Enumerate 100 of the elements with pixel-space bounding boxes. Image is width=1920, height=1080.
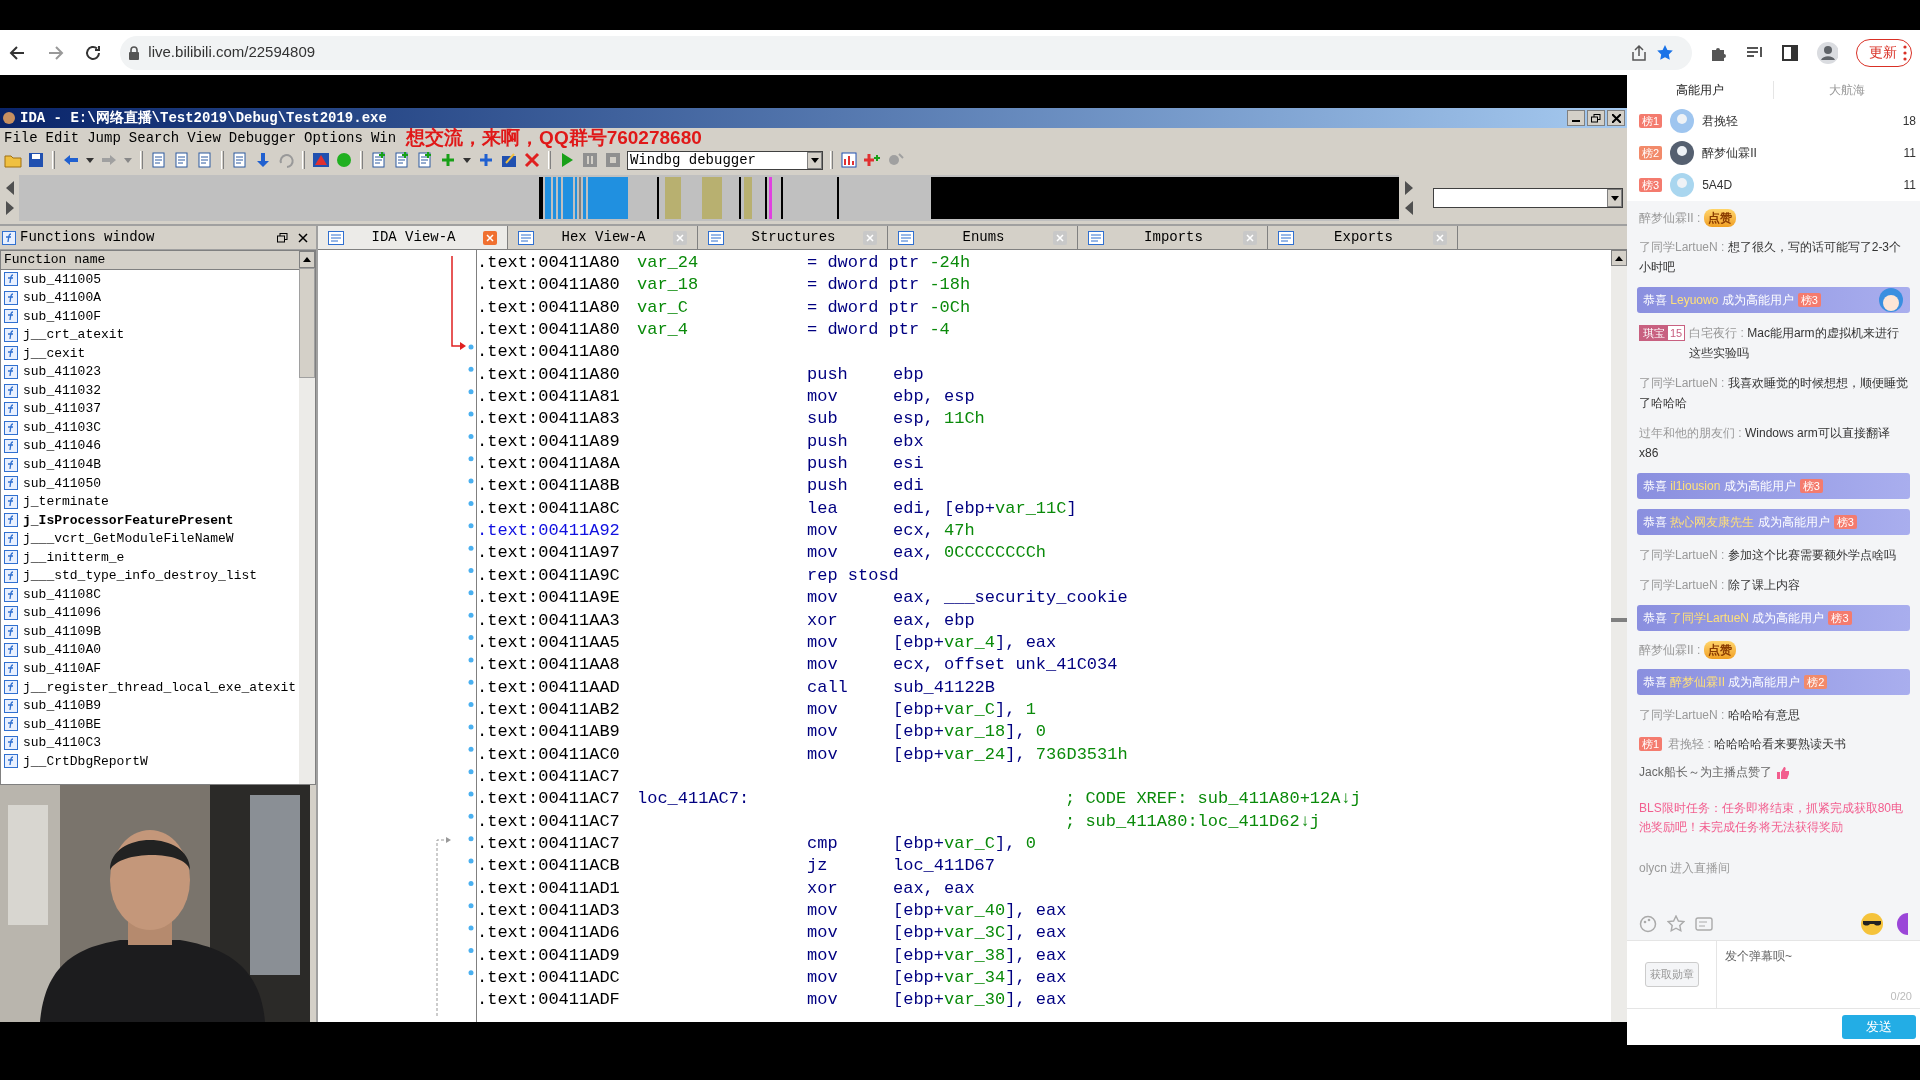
tab[interactable]: 高能用户 <box>1627 81 1773 99</box>
card-icon[interactable] <box>1695 915 1713 933</box>
code-address[interactable]: .text:00411A80 <box>477 274 637 297</box>
code-address[interactable]: .text:00411A9E <box>477 587 637 610</box>
close-button[interactable] <box>1607 110 1625 126</box>
code-address[interactable]: .text:00411ADC <box>477 967 637 990</box>
document-icon[interactable] <box>173 151 191 169</box>
profile-icon[interactable] <box>1816 41 1838 64</box>
menu-item[interactable]: Options <box>300 127 367 149</box>
code-address[interactable]: .text:00411A8A <box>477 453 637 476</box>
code-address[interactable]: .text:00411A80 <box>477 341 637 364</box>
star-icon[interactable] <box>1656 43 1675 62</box>
code-address[interactable]: .text:00411AC7 <box>477 765 637 789</box>
code-address[interactable]: .text:00411A97 <box>477 542 637 565</box>
code-address[interactable]: .text:00411AD1 <box>477 877 637 900</box>
restore-button[interactable] <box>1587 110 1605 126</box>
code-address[interactable]: .text:00411AB9 <box>477 721 637 744</box>
function-name[interactable]: j___std_type_info_destroy_list <box>23 566 258 586</box>
menu-item[interactable]: Search <box>124 127 184 149</box>
function-name[interactable]: sub_4110BE <box>23 714 101 735</box>
scrollbar[interactable] <box>299 251 315 784</box>
function-name[interactable]: sub_4110C3 <box>23 733 101 753</box>
restore-icon[interactable] <box>277 232 288 243</box>
function-name[interactable]: j__register_thread_local_exe_atexit <box>23 677 297 698</box>
function-name[interactable]: sub_411005 <box>23 269 101 290</box>
save-icon[interactable] <box>27 151 45 169</box>
code-address[interactable]: .text:00411A8B <box>477 475 637 498</box>
function-name[interactable]: sub_4110B9 <box>23 696 101 716</box>
palette-icon[interactable] <box>1639 915 1657 933</box>
function-name[interactable]: sub_41103C <box>23 417 101 438</box>
user-name[interactable]: 君挽轻 <box>1702 112 1895 130</box>
code-address[interactable]: .text:00411AA3 <box>477 609 637 632</box>
user-name[interactable]: 5A4D <box>1702 176 1896 194</box>
code-address[interactable]: .text:00411A80 <box>477 363 637 387</box>
document-icon[interactable] <box>196 151 214 169</box>
plus-icon[interactable] <box>439 151 457 169</box>
function-name[interactable]: sub_4110A0 <box>23 640 101 660</box>
scrollbar-thumb[interactable] <box>1611 618 1627 622</box>
function-name[interactable]: j_IsProcessorFeaturePresent <box>23 510 234 531</box>
column-header[interactable]: Function name <box>1 251 299 270</box>
function-name[interactable]: j__crt_atexit <box>23 325 125 345</box>
function-name[interactable]: sub_41100F <box>23 306 101 327</box>
code-address[interactable]: .text:00411A89 <box>477 430 637 454</box>
document-icon[interactable] <box>150 151 168 169</box>
chart-icon[interactable] <box>840 151 858 169</box>
code-address[interactable]: .text:00411AC7 <box>477 810 637 833</box>
plus-icon[interactable] <box>863 151 881 169</box>
danmaku-input[interactable]: 发个弹幕呗~ 0/20 <box>1717 941 1920 1008</box>
function-name[interactable]: sub_41108C <box>23 584 101 605</box>
menu-item[interactable]: File <box>0 127 42 149</box>
function-name[interactable]: sub_41109B <box>23 621 101 642</box>
function-name[interactable]: j_terminate <box>23 492 109 512</box>
undo-icon[interactable] <box>277 151 295 169</box>
function-name[interactable]: sub_411050 <box>23 473 101 494</box>
circle-icon[interactable] <box>335 151 353 169</box>
menu-item[interactable]: Jump <box>83 127 125 149</box>
edit-icon[interactable] <box>500 151 518 169</box>
share-icon[interactable] <box>1630 43 1649 62</box>
code-address[interactable]: .text:00411AD9 <box>477 944 637 967</box>
function-name[interactable]: sub_411023 <box>23 362 101 382</box>
function-name[interactable]: j__initterm_e <box>23 547 125 568</box>
function-name[interactable]: sub_411096 <box>23 603 101 623</box>
code-address[interactable]: .text:00411AC7 <box>477 832 637 856</box>
code-address[interactable]: .text:00411A8C <box>477 497 637 521</box>
warning-icon[interactable] <box>312 151 330 169</box>
function-name[interactable]: sub_411037 <box>23 399 101 419</box>
pause-icon[interactable] <box>581 151 599 169</box>
function-name[interactable]: j__cexit <box>23 343 86 364</box>
function-name[interactable]: sub_4110AF <box>23 659 101 679</box>
code-address[interactable]: .text:00411A80 <box>477 252 637 275</box>
address-bar[interactable]: live.bilibili.com/22594809 <box>120 35 1693 70</box>
tab[interactable]: IDA View-A <box>318 226 508 249</box>
debugger-select[interactable]: Windbg debugger <box>627 150 823 170</box>
scroll-arrows-icon[interactable] <box>1403 179 1415 217</box>
plus-document-icon[interactable] <box>370 151 388 169</box>
function-name[interactable]: j___vcrt_GetModuleFileNameW <box>23 529 234 549</box>
function-name[interactable]: sub_411032 <box>23 380 101 401</box>
code-address[interactable]: .text:00411ACB <box>477 855 637 878</box>
plus-document-icon[interactable] <box>416 151 434 169</box>
code-address[interactable]: .text:00411ADF <box>477 989 637 1012</box>
function-name[interactable]: sub_411046 <box>23 436 101 456</box>
code-address[interactable]: .text:00411AC0 <box>477 743 637 766</box>
menu-item[interactable]: Win <box>366 127 401 149</box>
code-address[interactable]: .text:00411AD3 <box>477 899 637 923</box>
scrollbar-thumb[interactable] <box>299 268 315 378</box>
code-address[interactable]: .text:00411A92 <box>477 520 637 543</box>
code-address[interactable]: .text:00411AB2 <box>477 698 637 722</box>
code-address[interactable]: .text:00411AAD <box>477 676 637 699</box>
menu-item[interactable]: Edit <box>41 127 84 149</box>
sidebar-icon[interactable] <box>1781 43 1799 62</box>
code-address[interactable]: .text:00411A81 <box>477 386 637 409</box>
code-address[interactable]: .text:00411A80 <box>477 319 637 342</box>
document-icon[interactable] <box>231 151 249 169</box>
scroll-arrows-icon[interactable] <box>4 179 16 217</box>
plus-icon[interactable] <box>477 151 495 169</box>
code-address[interactable]: .text:00411AA8 <box>477 654 637 677</box>
code-address[interactable]: .text:00411A80 <box>477 296 637 320</box>
code-address[interactable]: .text:00411AD6 <box>477 922 637 945</box>
function-name[interactable]: sub_41104B <box>23 455 101 475</box>
menu-item[interactable]: View <box>183 127 225 149</box>
